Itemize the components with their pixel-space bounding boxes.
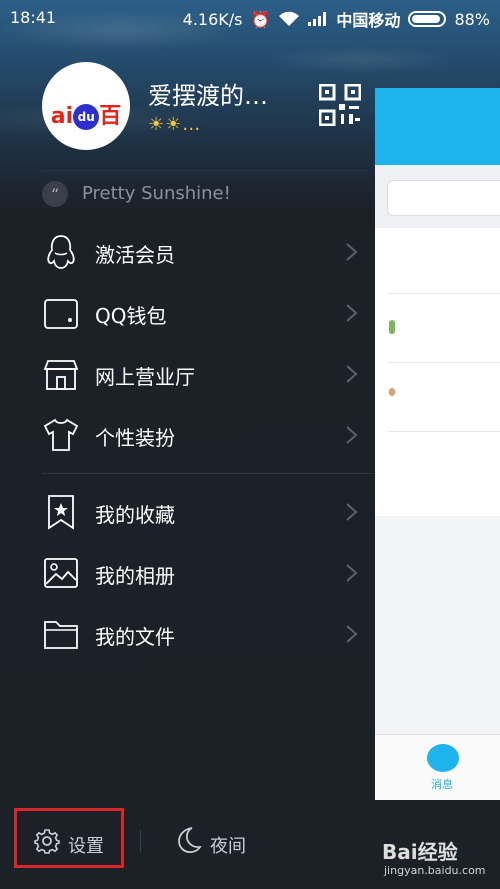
menu-item-favorites[interactable]: 我的收藏 [42, 482, 367, 543]
chevron-right-icon [346, 304, 358, 322]
gear-icon[interactable] [34, 828, 60, 854]
menu-label: 网上营业厅 [95, 365, 195, 389]
battery-percent: 88% [454, 9, 490, 29]
chevron-right-icon [346, 426, 358, 444]
menu-label: 我的相册 [95, 564, 175, 588]
profile-nickname[interactable]: 爱摆渡的… [148, 76, 268, 111]
bookmark-icon [48, 495, 74, 530]
folder-icon [44, 621, 78, 649]
store-icon [43, 360, 79, 390]
settings-button[interactable]: 设置 [68, 832, 104, 858]
list-divider [389, 293, 500, 294]
battery-icon [408, 11, 447, 27]
screen: 18:41 4.16K/s ⏰ 中国移动 88% 消息 ai du 百 爱摆渡的… … [0, 0, 500, 889]
status-bar: 18:41 4.16K/s ⏰ 中国移动 88% [0, 0, 500, 36]
watermark-url: jingyan.baidu.com [384, 864, 486, 877]
main-app-peek[interactable]: 消息 [375, 88, 500, 800]
menu-label: 激活会员 [95, 243, 175, 267]
night-mode-button[interactable]: 夜间 [210, 832, 246, 858]
signature-text: Pretty Sunshine! [82, 183, 231, 204]
drawer-bottom-bar: 设置 夜间 Bai经验 jingyan.baidu.com [0, 800, 500, 889]
alarm-icon: ⏰ [250, 9, 271, 29]
bottom-separator [140, 830, 141, 852]
status-right: 4.16K/s ⏰ 中国移动 88% [183, 7, 490, 31]
menu-item-vip[interactable]: 激活会员 [42, 222, 367, 283]
main-app-empty-area [375, 516, 500, 734]
chevron-right-icon [346, 564, 358, 582]
menu-item-wallet[interactable]: QQ钱包 [42, 283, 367, 344]
menu-item-files[interactable]: 我的文件 [42, 604, 367, 665]
qr-code-icon[interactable] [319, 84, 361, 126]
menu-label: 我的收藏 [95, 503, 175, 527]
status-time: 18:41 [10, 8, 57, 27]
list-avatar [389, 320, 395, 334]
menu-item-theme[interactable]: 个性装扮 [42, 405, 367, 466]
menu-label: QQ钱包 [95, 304, 167, 328]
chevron-right-icon [346, 243, 358, 261]
carrier-label: 中国移动 [336, 11, 401, 30]
menu-label: 我的文件 [95, 625, 175, 649]
signature-row[interactable]: “ Pretty Sunshine! [42, 170, 367, 216]
chevron-right-icon [346, 503, 358, 521]
chevron-right-icon [346, 625, 358, 643]
chevron-right-icon [346, 365, 358, 383]
message-tab-label[interactable]: 消息 [431, 776, 453, 792]
quote-icon: “ [42, 181, 68, 207]
main-app-titlebar [375, 88, 500, 165]
menu-label: 个性装扮 [95, 426, 175, 450]
moon-icon[interactable] [176, 826, 202, 854]
list-divider [389, 362, 500, 363]
wifi-icon [279, 11, 300, 26]
main-app-search-box[interactable] [387, 180, 500, 216]
avatar[interactable]: ai du 百 [42, 62, 130, 150]
photo-icon [44, 558, 78, 588]
watermark-logo: Bai经验 [382, 840, 458, 864]
level-badges[interactable]: ☀☀… [148, 114, 201, 135]
menu-divider [42, 473, 375, 474]
signal-icon [308, 12, 327, 26]
avatar-logo: ai du 百 [50, 104, 122, 130]
list-avatar [389, 388, 395, 396]
list-divider [389, 431, 500, 432]
wallet-icon [44, 299, 78, 329]
penguin-icon [47, 235, 75, 269]
tshirt-icon [43, 418, 79, 451]
message-tab-icon[interactable] [427, 744, 459, 772]
menu-item-album[interactable]: 我的相册 [42, 543, 367, 604]
menu-item-store[interactable]: 网上营业厅 [42, 344, 367, 405]
network-speed: 4.16K/s [182, 9, 243, 29]
